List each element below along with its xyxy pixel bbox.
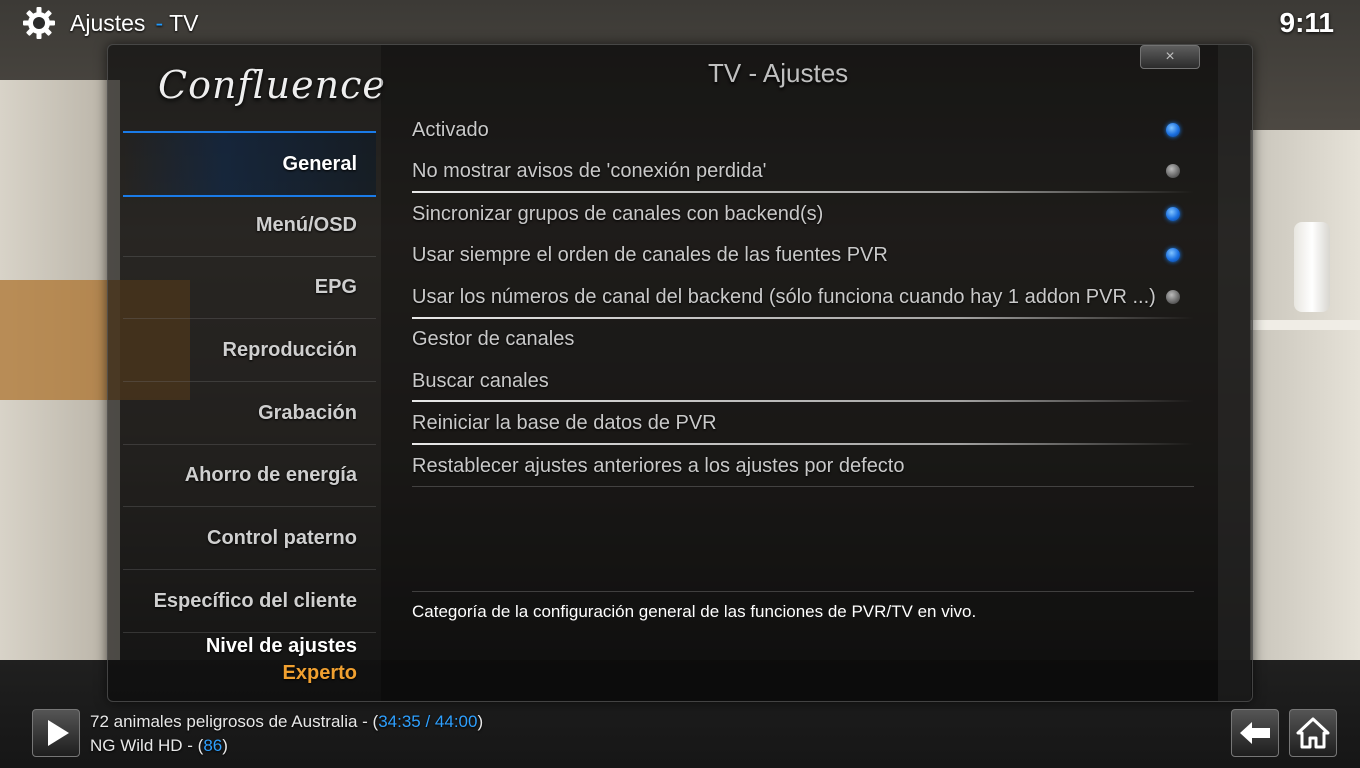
breadcrumb-subsection: TV [169,10,199,36]
sidebar-item-reproduccion[interactable]: Reproducción [123,319,376,382]
sidebar-item-general[interactable]: General [123,131,376,197]
settings-level-value: Experto [282,662,357,684]
breadcrumb-section: Ajustes [70,10,146,36]
scrollbar[interactable] [1218,45,1251,701]
sidebar-item-control-paterno[interactable]: Control paterno [123,507,376,570]
sidebar-item-ahorro-energia[interactable]: Ahorro de energía [123,444,376,507]
home-icon [1296,717,1330,749]
group-separator [412,443,1194,445]
gear-icon [23,7,55,39]
option-sincronizar-grupos[interactable]: Sincronizar grupos de canales con backen… [412,194,1194,235]
play-button[interactable] [32,709,80,757]
now-playing-time: 34:35 / 44:00 [378,712,478,731]
now-playing-channel: NG Wild HD - (86) [90,736,228,755]
radio-off-icon [1166,290,1180,304]
option-reiniciar-base-datos[interactable]: Reiniciar la base de datos de PVR [412,403,1194,444]
group-separator [412,400,1194,402]
now-playing-title: 72 animales peligrosos de Australia - (3… [90,712,484,731]
option-no-mostrar-avisos[interactable]: No mostrar avisos de 'conexión perdida' [412,151,1194,192]
sidebar-item-grabacion[interactable]: Grabación [123,382,376,445]
settings-category-list: General Menú/OSD EPG Reproducción Grabac… [108,131,381,699]
description-divider [412,591,1194,592]
top-bar: Ajustes - TV 9:11 [0,0,1360,44]
list-end-divider [412,486,1194,487]
radio-on-icon [1166,123,1180,137]
breadcrumb: Ajustes - TV [70,10,199,37]
option-gestor-canales[interactable]: Gestor de canales [412,319,1194,360]
sidebar-item-menu-osd[interactable]: Menú/OSD [123,194,376,257]
settings-options-panel: Activado No mostrar avisos de 'conexión … [381,45,1251,701]
option-activado[interactable]: Activado [412,110,1194,151]
back-button[interactable] [1231,709,1279,757]
option-restablecer-ajustes[interactable]: Restablecer ajustes anteriores a los aju… [412,446,1194,487]
radio-on-icon [1166,207,1180,221]
settings-dialog: Confluence TV - Ajustes × General Menú/O… [107,44,1253,702]
breadcrumb-separator: - [155,10,164,36]
sidebar-item-epg[interactable]: EPG [123,256,376,319]
channel-number: 86 [203,736,223,755]
setting-description: Categoría de la configuración general de… [412,602,977,621]
option-usar-orden-canales[interactable]: Usar siempre el orden de canales de las … [412,235,1194,276]
radio-on-icon [1166,248,1180,262]
clock: 9:11 [1279,7,1335,38]
home-button[interactable] [1289,709,1337,757]
settings-level-label: Nivel de ajustes [205,635,357,657]
play-icon [48,720,69,746]
option-usar-numeros-canal[interactable]: Usar los números de canal del backend (s… [412,277,1194,318]
radio-off-icon [1166,164,1180,178]
settings-level-button[interactable]: Nivel de ajustes Experto [123,635,357,685]
sidebar-item-especifico-cliente[interactable]: Específico del cliente [123,570,376,633]
skin-logo: Confluence [158,63,386,107]
group-separator [412,191,1194,193]
back-arrow-icon [1240,722,1270,744]
option-buscar-canales[interactable]: Buscar canales [412,361,1194,402]
